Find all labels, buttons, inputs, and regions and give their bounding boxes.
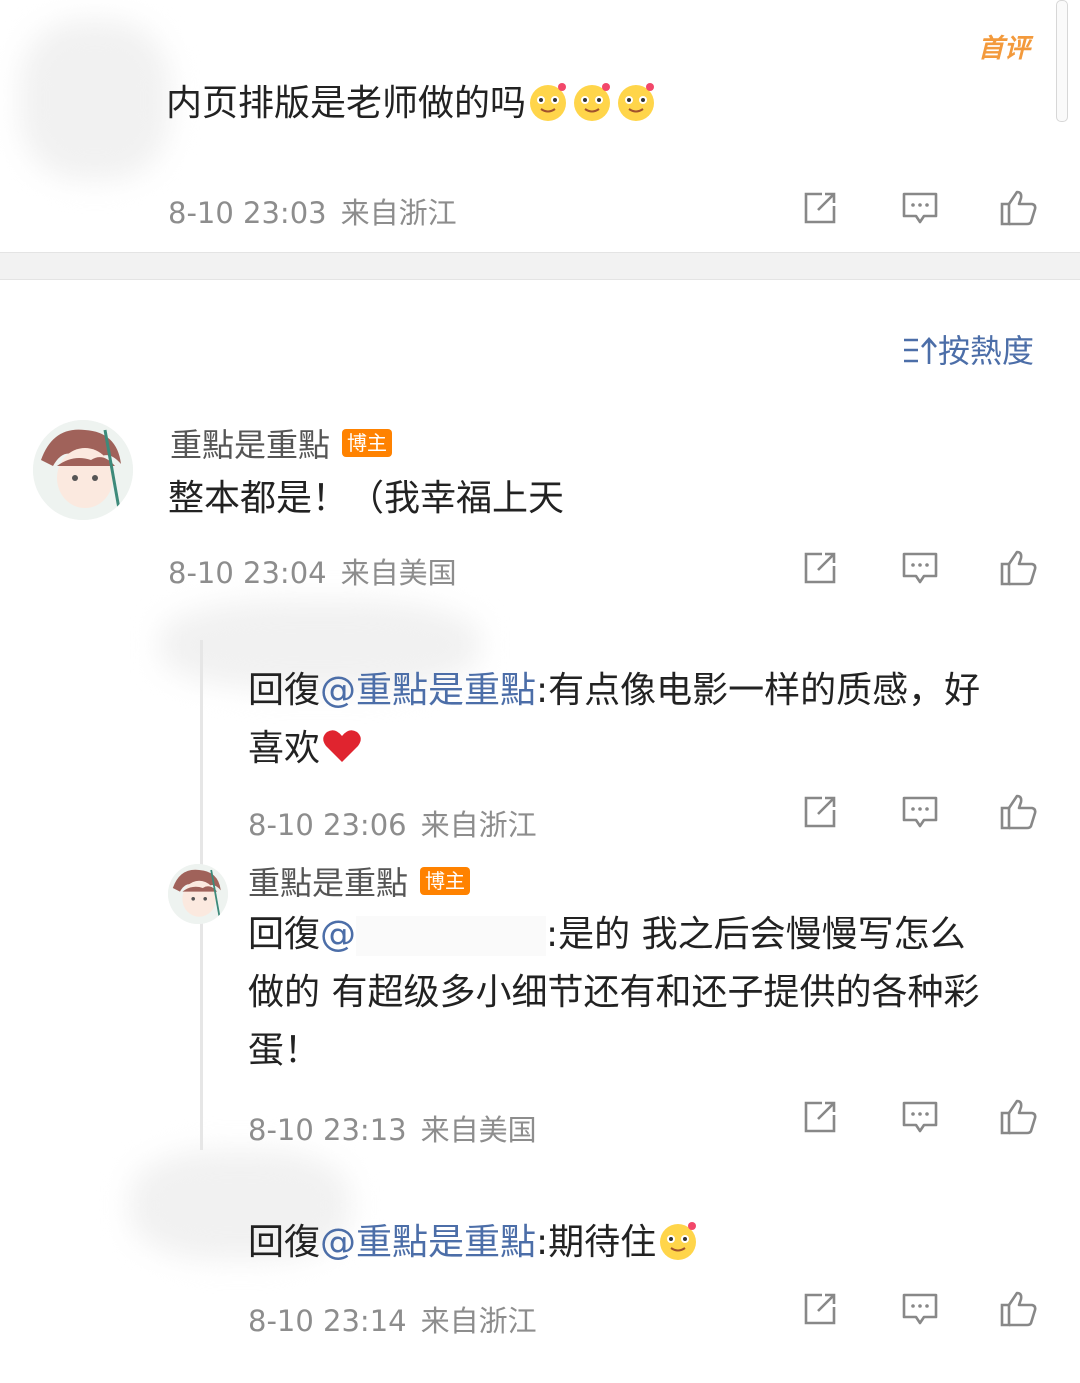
smile-emoji <box>614 79 658 123</box>
share-icon[interactable] <box>798 1095 842 1139</box>
sort-label: 按熱度 <box>938 332 1035 370</box>
reply-location: 来自浙江 <box>420 808 537 842</box>
comment-location: 来自美国 <box>340 556 457 590</box>
mention-link[interactable]: @重點是重點 <box>320 670 536 711</box>
sort-button[interactable]: 按熱度 <box>902 326 1034 372</box>
like-icon[interactable] <box>996 1095 1040 1139</box>
like-icon[interactable] <box>996 546 1040 590</box>
reply-location: 来自美国 <box>420 1113 537 1147</box>
reply-text: 回復@:是的 我之后会慢慢写怎么 做的 有超级多小细节还有和还子提供的各种彩 蛋… <box>248 914 980 1071</box>
comment-meta: 8-10 23:03 来自浙江 <box>168 190 457 232</box>
reply-text: 回復@重點是重點:有点像电影一样的质感，好 喜欢 <box>248 670 981 769</box>
comment-text: 整本都是！（我幸福上天 <box>168 478 565 519</box>
reply-location: 来自浙江 <box>420 1304 537 1338</box>
first-comment-badge: 首评 <box>978 34 1031 64</box>
comment-meta: 8-10 23:04 来自美国 <box>168 550 457 592</box>
share-icon[interactable] <box>798 790 842 834</box>
share-icon[interactable] <box>798 546 842 590</box>
comment-icon[interactable] <box>898 1095 942 1139</box>
comment-icon[interactable] <box>898 546 942 590</box>
like-icon[interactable] <box>996 1287 1040 1331</box>
comment-time: 8-10 23:03 <box>168 196 327 230</box>
avatar[interactable] <box>33 420 133 520</box>
smile-emoji <box>526 79 570 123</box>
comment-location: 来自浙江 <box>340 196 457 230</box>
reply-meta: 8-10 23:14 来自浙江 <box>248 1298 537 1340</box>
like-icon[interactable] <box>996 790 1040 834</box>
sort-icon <box>902 334 938 368</box>
username[interactable]: 重點是重點 博主 <box>170 420 393 466</box>
reply-time: 8-10 23:14 <box>248 1304 407 1338</box>
like-icon[interactable] <box>996 186 1040 230</box>
mention-link[interactable]: @重點是重點 <box>320 1222 536 1263</box>
redacted-username <box>356 916 547 956</box>
redacted-avatar-area <box>20 20 170 180</box>
author-badge: 博主 <box>420 867 471 895</box>
share-icon[interactable] <box>798 186 842 230</box>
smile-emoji <box>656 1218 700 1262</box>
share-icon[interactable] <box>798 1287 842 1331</box>
reply-time: 8-10 23:06 <box>248 808 407 842</box>
mention-link[interactable]: @ <box>320 914 356 955</box>
section-divider <box>0 252 1080 280</box>
comment-icon[interactable] <box>898 790 942 834</box>
username[interactable]: 重點是重點 博主 <box>248 858 471 904</box>
smile-emoji <box>570 79 614 123</box>
comment-text: 内页排版是老师做的吗 <box>166 75 658 133</box>
reply-meta: 8-10 23:13 来自美国 <box>248 1107 537 1149</box>
heart-emoji <box>320 724 364 768</box>
reply-text: 回復@重點是重點:期待住 <box>248 1214 700 1272</box>
reply-time: 8-10 23:13 <box>248 1113 407 1147</box>
avatar[interactable] <box>168 864 228 924</box>
reply-meta: 8-10 23:06 来自浙江 <box>248 802 537 844</box>
comment-icon[interactable] <box>898 186 942 230</box>
comment-icon[interactable] <box>898 1287 942 1331</box>
author-badge: 博主 <box>342 429 393 457</box>
scrollbar[interactable] <box>1056 0 1068 122</box>
comment-time: 8-10 23:04 <box>168 556 327 590</box>
